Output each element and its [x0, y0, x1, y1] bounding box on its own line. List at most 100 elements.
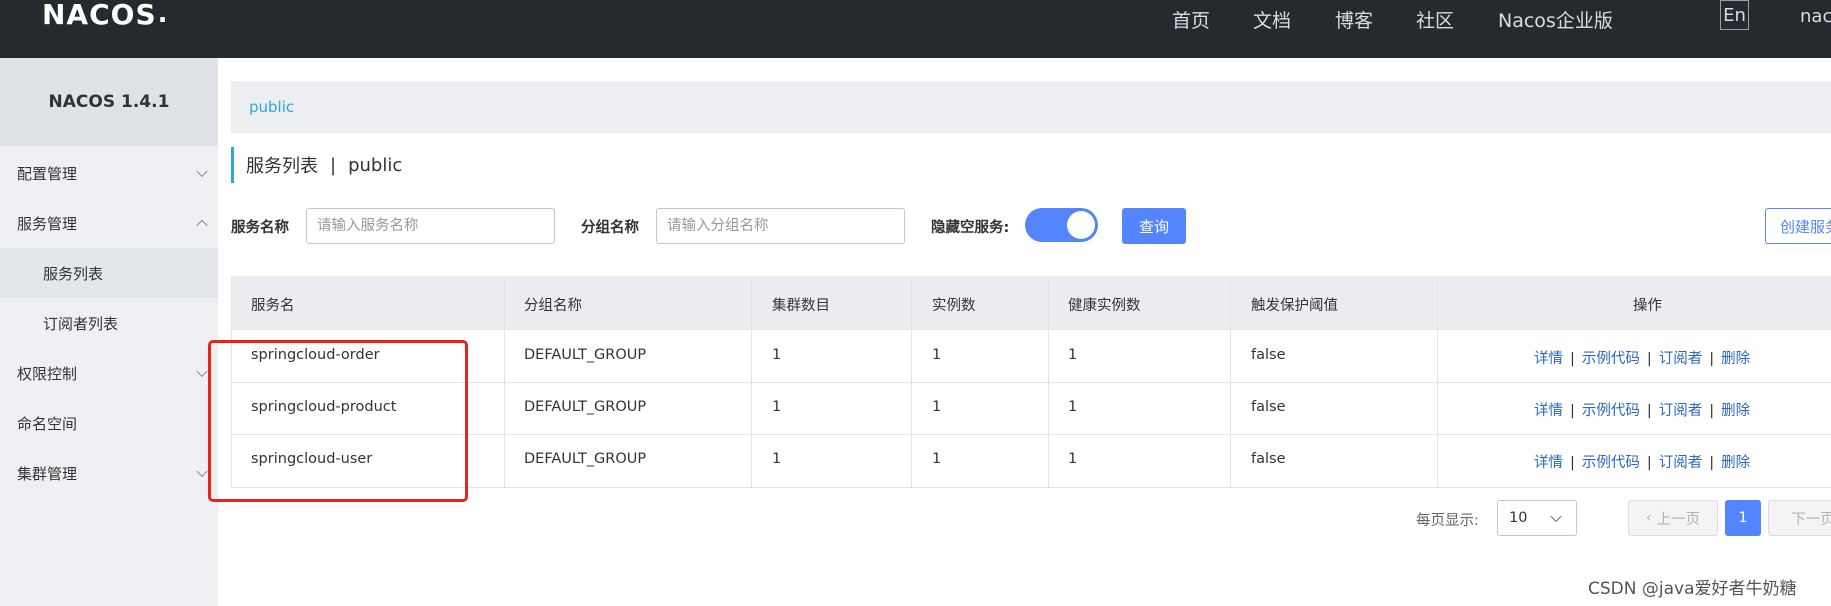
- sample-code-link[interactable]: 示例代码: [1582, 455, 1640, 471]
- page-title-separator: |: [330, 154, 337, 176]
- cell-cluster-count: 1: [772, 399, 782, 415]
- nacos-logo[interactable]: NACOS.: [42, 0, 169, 31]
- ops-separator: |: [1646, 455, 1652, 471]
- delete-link[interactable]: 删除: [1721, 351, 1750, 367]
- sidebar-item-label: 订阅者列表: [43, 314, 119, 333]
- group-name-input[interactable]: [656, 208, 905, 244]
- user-name[interactable]: nacos: [1800, 6, 1831, 27]
- ops-separator: |: [1646, 351, 1652, 367]
- sidebar-item-cluster-management[interactable]: 集群管理: [0, 448, 218, 498]
- column-header-service-name: 服务名: [251, 298, 295, 314]
- cell-instance-count: 1: [932, 451, 942, 467]
- sidebar-item-config-management[interactable]: 配置管理: [0, 148, 218, 198]
- next-page-label: 下一页: [1791, 511, 1831, 528]
- prev-page-button[interactable]: ‹ 上一页: [1628, 500, 1718, 536]
- cell-healthy-instance-count: 1: [1068, 347, 1078, 363]
- logo-text: NACOS: [42, 0, 157, 31]
- create-service-button[interactable]: 创建服务: [1765, 208, 1831, 244]
- page-title-text: 服务列表: [246, 156, 318, 177]
- cell-group-name: DEFAULT_GROUP: [524, 347, 647, 363]
- detail-link[interactable]: 详情: [1534, 403, 1563, 419]
- sidebar-item-access-control[interactable]: 权限控制: [0, 348, 218, 398]
- subscribers-link[interactable]: 订阅者: [1659, 455, 1703, 471]
- nav-docs[interactable]: 文档: [1253, 6, 1291, 33]
- cell-protect-threshold: false: [1251, 347, 1286, 363]
- cell-protect-threshold: false: [1251, 399, 1286, 415]
- delete-link[interactable]: 删除: [1721, 455, 1750, 471]
- sample-code-link[interactable]: 示例代码: [1582, 351, 1640, 367]
- ops-separator: |: [1709, 455, 1715, 471]
- row-operations: 详情 | 示例代码 | 订阅者 | 删除: [1534, 399, 1750, 420]
- row-divider: [231, 329, 1831, 330]
- prev-page-label: 上一页: [1656, 511, 1701, 528]
- namespace-link-public[interactable]: public: [249, 98, 294, 116]
- top-header: NACOS. 首页 文档 博客 社区 Nacos企业版 En nacos: [0, 0, 1831, 58]
- namespace-bar: public: [231, 81, 1831, 133]
- sidebar-item-label: 服务列表: [43, 264, 104, 283]
- row-operations: 详情 | 示例代码 | 订阅者 | 删除: [1534, 347, 1750, 368]
- nav-community[interactable]: 社区: [1416, 6, 1454, 33]
- csdn-watermark: CSDN @java爱好者牛奶糖: [1588, 579, 1797, 599]
- column-header-protect-threshold: 触发保护阈值: [1251, 298, 1338, 314]
- nav-home[interactable]: 首页: [1172, 6, 1210, 33]
- subscribers-link[interactable]: 订阅者: [1659, 403, 1703, 419]
- logo-dot: .: [157, 0, 169, 29]
- ops-separator: |: [1709, 351, 1715, 367]
- sidebar-item-label: 权限控制: [17, 364, 78, 383]
- sidebar-item-label: 服务管理: [17, 214, 78, 233]
- sidebar-item-label: 配置管理: [17, 164, 78, 183]
- page-size-select[interactable]: 10: [1497, 500, 1577, 536]
- detail-link[interactable]: 详情: [1534, 351, 1563, 367]
- hide-empty-services-toggle[interactable]: [1025, 208, 1098, 242]
- column-header-operations: 操作: [1633, 298, 1662, 314]
- sidebar-item-service-list[interactable]: 服务列表: [0, 248, 218, 298]
- delete-link[interactable]: 删除: [1721, 403, 1750, 419]
- sidebar-item-subscriber-list[interactable]: 订阅者列表: [0, 298, 218, 348]
- next-page-button[interactable]: 下一页: [1768, 500, 1831, 536]
- sidebar-item-namespace[interactable]: 命名空间: [0, 398, 218, 448]
- page-button-current[interactable]: 1: [1725, 500, 1761, 536]
- column-header-healthy-instance-count: 健康实例数: [1068, 298, 1141, 314]
- row-divider: [231, 434, 1831, 435]
- language-toggle-button[interactable]: En: [1720, 0, 1749, 30]
- cell-instance-count: 1: [932, 399, 942, 415]
- hide-empty-services-label: 隐藏空服务:: [931, 220, 1010, 236]
- cell-group-name: DEFAULT_GROUP: [524, 399, 647, 415]
- toggle-knob: [1067, 211, 1095, 239]
- ops-separator: |: [1709, 403, 1715, 419]
- cell-cluster-count: 1: [772, 347, 782, 363]
- column-header-cluster-count: 集群数目: [772, 298, 830, 314]
- sidebar-item-label: 命名空间: [17, 414, 78, 433]
- cell-instance-count: 1: [932, 347, 942, 363]
- detail-link[interactable]: 详情: [1534, 455, 1563, 471]
- nav-enterprise[interactable]: Nacos企业版: [1498, 6, 1613, 33]
- query-button[interactable]: 查询: [1122, 208, 1186, 244]
- column-header-group-name: 分组名称: [524, 298, 582, 314]
- row-divider: [231, 487, 1831, 488]
- service-name-input[interactable]: [306, 208, 555, 244]
- cell-cluster-count: 1: [772, 451, 782, 467]
- page-size-label: 每页显示:: [1416, 513, 1479, 529]
- column-header-instance-count: 实例数: [932, 298, 976, 314]
- chevron-down-icon: [196, 365, 208, 378]
- table-header: [231, 276, 1831, 329]
- ops-separator: |: [1570, 403, 1575, 419]
- sample-code-link[interactable]: 示例代码: [1582, 403, 1640, 419]
- sidebar: NACOS 1.4.1 配置管理 服务管理 服务列表 订阅者列表 权限控制 命名…: [0, 58, 218, 606]
- group-name-label: 分组名称: [581, 220, 639, 236]
- page-title-namespace: public: [348, 154, 403, 176]
- sidebar-item-service-management[interactable]: 服务管理: [0, 198, 218, 248]
- cell-protect-threshold: false: [1251, 451, 1286, 467]
- chevron-down-icon: [1550, 510, 1562, 523]
- subscribers-link[interactable]: 订阅者: [1659, 351, 1703, 367]
- cell-group-name: DEFAULT_GROUP: [524, 451, 647, 467]
- chevron-up-icon: [196, 219, 208, 232]
- row-operations: 详情 | 示例代码 | 订阅者 | 删除: [1534, 451, 1750, 472]
- row-divider: [231, 382, 1831, 383]
- nav-blog[interactable]: 博客: [1335, 6, 1373, 33]
- ops-separator: |: [1570, 455, 1575, 471]
- chevron-down-icon: [196, 465, 208, 478]
- service-name-label: 服务名称: [231, 220, 289, 236]
- cell-healthy-instance-count: 1: [1068, 399, 1078, 415]
- chevron-down-icon: [196, 165, 208, 178]
